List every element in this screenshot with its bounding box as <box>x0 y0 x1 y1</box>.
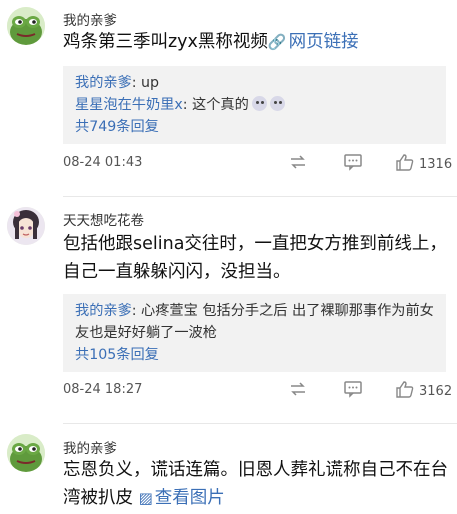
timestamp: 08-24 01:43 <box>63 155 143 170</box>
comment-body: 包括他跟selina交往时，一直把女方推到前线上，自己一直躲躲闪闪，没担当。 <box>63 234 447 282</box>
like-button[interactable]: 3162 <box>395 380 452 403</box>
reply-box[interactable]: 我的亲爹: up 星星泡在牛奶里x: 这个真的 共749条回复 <box>63 66 446 144</box>
web-link[interactable]: 🔗 网页链接 <box>268 32 359 52</box>
comment-body: 忘恩负义，谎话连篇。旧恩人葬礼谎称自己不在台湾被扒皮 <box>63 460 448 508</box>
like-count: 1316 <box>419 157 453 172</box>
emoji-icon <box>269 96 285 111</box>
comment-text: 忘恩负义，谎话连篇。旧恩人葬礼谎称自己不在台湾被扒皮 ▨ 查看图片 <box>63 456 448 512</box>
reply-line: 我的亲爹: 心疼萱宝 包括分手之后 出了裸聊那事作为前女友也是好好躺了一波枪 <box>75 300 434 344</box>
username[interactable]: 天天想吃花卷 <box>63 209 144 229</box>
reply-text: : 这个真的 <box>182 97 249 113</box>
comment-meta: 08-24 18:27 3162 <box>63 380 455 400</box>
timestamp: 08-24 18:27 <box>63 382 143 397</box>
reply-username[interactable]: 我的亲爹 <box>75 75 132 91</box>
thumbs-up-icon <box>396 381 414 398</box>
reply-text: : up <box>131 75 160 91</box>
comment-icon <box>344 381 362 398</box>
reply-username[interactable]: 我的亲爹 <box>75 303 132 319</box>
like-button[interactable]: 1316 <box>395 153 452 176</box>
image-icon: ▨ <box>138 489 153 507</box>
divider <box>63 423 457 424</box>
share-button[interactable] <box>288 380 308 402</box>
reply-line: 星星泡在牛奶里x: 这个真的 <box>75 94 434 116</box>
avatar[interactable] <box>7 207 45 245</box>
divider <box>63 196 457 197</box>
comment-icon <box>344 154 362 171</box>
username[interactable]: 我的亲爹 <box>63 9 117 29</box>
comment-button[interactable] <box>343 153 363 175</box>
avatar[interactable] <box>7 7 45 45</box>
share-icon <box>291 382 305 396</box>
link-icon: 🔗 <box>267 33 287 51</box>
view-image-link[interactable]: ▨ 查看图片 <box>139 488 225 508</box>
comment-text: 包括他跟selina交往时，一直把女方推到前线上，自己一直躲躲闪闪，没担当。 <box>63 230 448 286</box>
reply-line: 我的亲爹: up <box>75 72 434 94</box>
comment-button[interactable] <box>343 380 363 402</box>
reply-box[interactable]: 我的亲爹: 心疼萱宝 包括分手之后 出了裸聊那事作为前女友也是好好躺了一波枪 共… <box>63 294 446 372</box>
comment-body: 鸡条第三季叫zyx黑称视频 <box>63 32 268 52</box>
comment-meta: 08-24 01:43 1316 <box>63 153 455 173</box>
username[interactable]: 我的亲爹 <box>63 437 117 457</box>
reply-username[interactable]: 星星泡在牛奶里x <box>75 97 183 113</box>
share-icon <box>291 155 305 169</box>
web-link-label: 网页链接 <box>288 32 359 52</box>
like-count: 3162 <box>419 384 453 399</box>
more-replies-link[interactable]: 共749条回复 <box>75 116 434 138</box>
comment-text: 鸡条第三季叫zyx黑称视频🔗 网页链接 <box>63 28 448 56</box>
more-replies-link[interactable]: 共105条回复 <box>75 344 434 366</box>
emoji-icon <box>251 96 267 111</box>
thumbs-up-icon <box>396 154 414 171</box>
share-button[interactable] <box>288 153 308 175</box>
avatar[interactable] <box>7 434 45 472</box>
view-image-label: 查看图片 <box>154 488 225 508</box>
